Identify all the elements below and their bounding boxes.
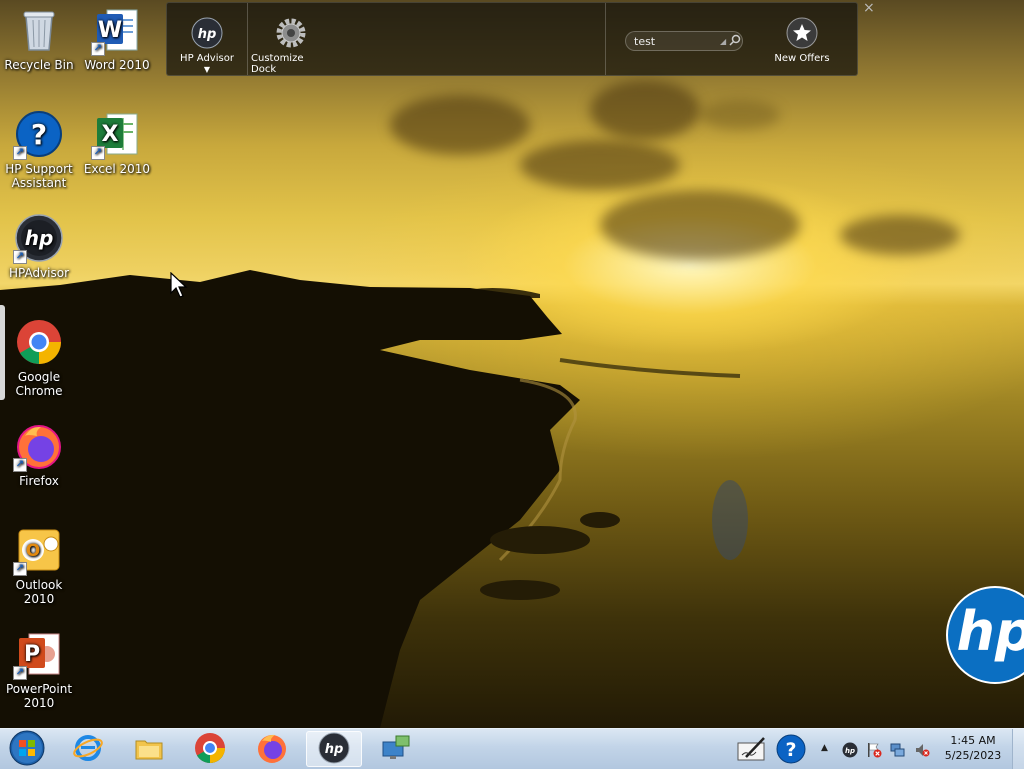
desktop-icon-label: Recycle Bin (4, 58, 74, 72)
start-button[interactable] (0, 730, 54, 769)
desktop-icon-label: Firefox (19, 474, 59, 488)
dock-separator (605, 3, 606, 75)
excel-icon: X ↗ (91, 110, 141, 160)
hp-watermark-logo: hp (946, 586, 1024, 684)
dock-item-label: Customize Dock (251, 53, 304, 75)
svg-text:P: P (24, 642, 40, 667)
taskbar: hp ? ▲ hp 1:45 AM 5/25/2023 (0, 728, 1024, 769)
file-explorer-icon (133, 732, 165, 767)
help-icon[interactable]: ? (776, 734, 806, 764)
taskbar-hp-advisor[interactable]: hp (306, 731, 362, 767)
svg-text:W: W (98, 18, 122, 43)
desktop-icon-firefox[interactable]: ↗ Firefox (0, 422, 78, 488)
dock-item-customize-dock[interactable]: Customize Dock (251, 3, 331, 75)
taskbar-chrome[interactable] (182, 731, 238, 767)
desktop-icon-label: PowerPoint 2010 (5, 682, 73, 710)
dock-item-hp-advisor[interactable]: hp HP Advisor ▼ (175, 3, 239, 75)
svg-text:hp: hp (198, 27, 217, 42)
desktop-icon-label: HPAdvisor (8, 266, 70, 280)
clock-time: 1:45 AM (950, 734, 996, 747)
shortcut-arrow-icon: ↗ (13, 146, 27, 160)
chrome-icon (194, 732, 226, 767)
desktop-icon-word-2010[interactable]: W ↗ Word 2010 (78, 6, 156, 72)
remote-desktop-icon (380, 732, 412, 767)
dock-item-label: New Offers (774, 53, 830, 64)
svg-text:hp: hp (25, 226, 54, 250)
dock-item-label: HP Advisor (180, 53, 234, 64)
dock-close-icon[interactable]: × (863, 0, 875, 16)
taskbar-file-explorer[interactable] (121, 731, 177, 767)
shortcut-arrow-icon: ↗ (13, 250, 27, 264)
pen-input-icon[interactable] (736, 735, 768, 763)
hp-dock: hp HP Advisor ▼ Customize Dock ◢ (166, 2, 858, 76)
svg-text:hp: hp (325, 742, 344, 757)
dock-item-new-offers[interactable]: New Offers (767, 3, 837, 75)
shortcut-arrow-icon: ↗ (91, 146, 105, 160)
firefox-icon: ↗ (13, 422, 63, 472)
taskbar-clock[interactable]: 1:45 AM 5/25/2023 (940, 733, 1006, 763)
shortcut-arrow-icon: ↗ (13, 666, 27, 680)
shortcut-arrow-icon: ↗ (13, 562, 27, 576)
desktop-icon-label: Google Chrome (15, 370, 63, 398)
recycle-bin-icon (15, 6, 63, 54)
desktop-icon-google-chrome[interactable]: Google Chrome (0, 318, 78, 398)
svg-text:X: X (102, 122, 119, 147)
taskbar-internet-explorer[interactable] (60, 731, 116, 767)
firefox-icon (256, 732, 288, 767)
start-orb-icon (9, 730, 45, 769)
desktop-icon-powerpoint-2010[interactable]: P ↗ PowerPoint 2010 (0, 630, 78, 710)
search-icon[interactable] (729, 34, 741, 49)
dock-search-box: ◢ (625, 31, 743, 51)
chevron-down-icon[interactable]: ▼ (204, 65, 210, 75)
svg-text:?: ? (31, 118, 47, 151)
clock-date: 5/25/2023 (944, 749, 1002, 762)
dropdown-arrow-icon[interactable]: ◢ (720, 37, 726, 46)
hp-logo-icon: hp ↗ (13, 214, 63, 264)
dock-separator (247, 3, 248, 75)
powerpoint-icon: P ↗ (13, 630, 63, 680)
shortcut-arrow-icon: ↗ (13, 458, 27, 472)
desktop-icon-recycle-bin[interactable]: Recycle Bin (0, 6, 78, 72)
taskbar-firefox[interactable] (244, 731, 300, 767)
star-icon (786, 17, 818, 49)
taskbar-remote-desktop[interactable] (368, 731, 424, 767)
desktop-icon-label: Excel 2010 (83, 162, 151, 176)
hp-logo-icon: hp (318, 732, 350, 767)
desktop-icon-excel-2010[interactable]: X ↗ Excel 2010 (78, 110, 156, 176)
shortcut-arrow-icon: ↗ (91, 42, 105, 56)
network-icon[interactable] (890, 742, 906, 758)
gear-icon (275, 17, 307, 49)
svg-text:hp: hp (845, 747, 855, 755)
svg-text:?: ? (785, 739, 796, 761)
hp-logo-icon: hp (191, 17, 223, 49)
watermark-logo-text: hp (956, 600, 1024, 663)
dock-search-input[interactable] (632, 33, 716, 49)
chrome-icon (15, 318, 63, 366)
side-panel-tab[interactable] (0, 305, 5, 400)
word-icon: W ↗ (91, 6, 141, 56)
help-icon: ? ↗ (13, 110, 63, 160)
mouse-cursor-icon (170, 271, 188, 301)
chevron-up-icon[interactable]: ▲ (821, 743, 828, 753)
flag-icon[interactable] (866, 742, 882, 758)
desktop-icon-hpadvisor[interactable]: hp ↗ HPAdvisor (0, 214, 78, 280)
desktop-icon-label: Outlook 2010 (15, 578, 63, 606)
volume-muted-icon[interactable] (914, 742, 930, 758)
desktop-icon-outlook-2010[interactable]: O ↗ Outlook 2010 (0, 526, 78, 606)
show-desktop-button[interactable] (1012, 729, 1024, 769)
desktop-icon-label: Word 2010 (84, 58, 150, 72)
svg-text:O: O (26, 541, 40, 561)
outlook-icon: O ↗ (13, 526, 63, 576)
internet-explorer-icon (72, 732, 104, 767)
desktop-icon-label: HP Support Assistant (5, 162, 73, 190)
hp-logo-icon[interactable]: hp (842, 742, 858, 758)
desktop-icon-hp-support-assistant[interactable]: ? ↗ HP Support Assistant (0, 110, 78, 190)
